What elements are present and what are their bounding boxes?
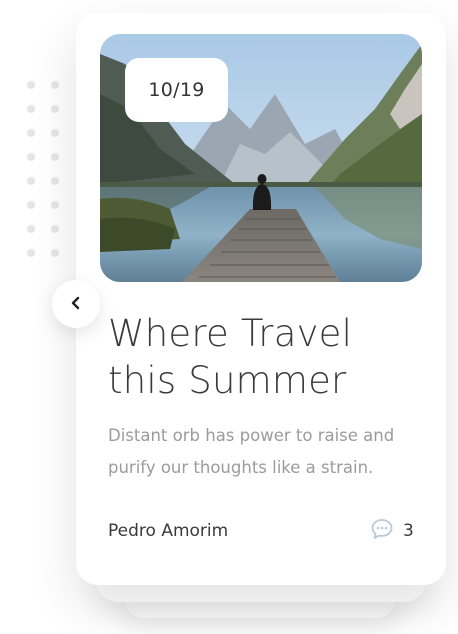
decorative-dot-grid: [27, 81, 59, 257]
dot: [51, 177, 59, 185]
dot: [51, 201, 59, 209]
dot: [51, 249, 59, 257]
post-date: 10/19: [148, 79, 205, 101]
dot: [27, 177, 35, 185]
dot: [27, 153, 35, 161]
dot: [51, 153, 59, 161]
dot: [51, 129, 59, 137]
dot: [27, 201, 35, 209]
dot: [51, 81, 59, 89]
chevron-left-icon: [69, 295, 83, 314]
post-title-line2: this Summer: [108, 359, 347, 402]
comment-count: 3: [403, 521, 414, 541]
post-author[interactable]: Pedro Amorim: [108, 521, 228, 541]
dot: [51, 225, 59, 233]
dot: [51, 105, 59, 113]
dot: [27, 225, 35, 233]
dot: [27, 105, 35, 113]
post-title[interactable]: Where Travel this Summer: [108, 310, 428, 404]
comments-link[interactable]: 3: [370, 518, 414, 544]
dot: [27, 249, 35, 257]
dot: [27, 81, 35, 89]
post-excerpt: Distant orb has power to raise and purif…: [108, 426, 395, 477]
speech-bubble-icon: [370, 518, 394, 544]
post-title-line1: Where Travel: [108, 312, 353, 355]
previous-button[interactable]: [52, 280, 100, 328]
dot: [27, 129, 35, 137]
post-date-badge: 10/19: [125, 58, 228, 122]
